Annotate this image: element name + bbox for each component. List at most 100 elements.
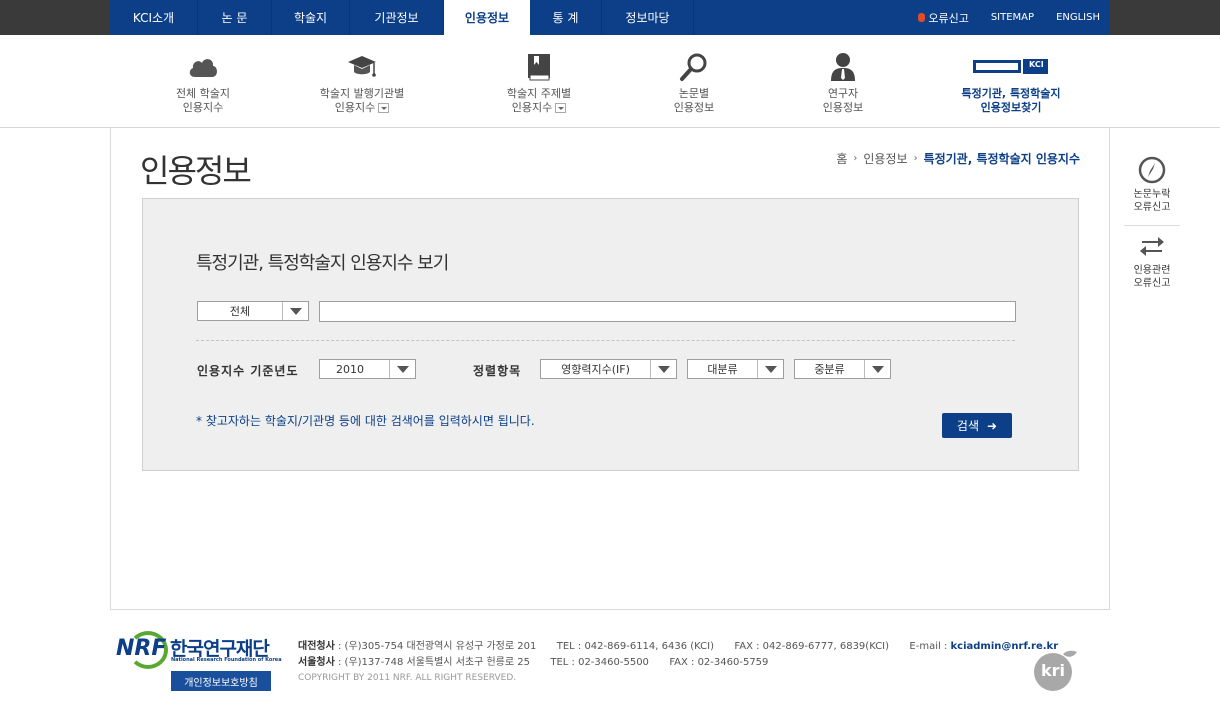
subnav-label-line1: 학술지 주제별 [506,87,572,100]
magnifier-icon [676,51,712,83]
subnav-by-publisher[interactable]: 학술지 발행기관별 인용지수 [287,35,437,128]
person-icon [825,51,861,83]
footer-fax: FAX : 042-869-6777, 6839(KCI) [734,641,890,652]
nav-statistics[interactable]: 통 계 [530,0,602,35]
swap-arrows-icon [1140,237,1164,256]
chevron-down-icon [650,360,676,378]
kri-logo: kri [1031,648,1081,692]
footer-email-label: E-mail : [909,641,948,652]
subnav-by-paper[interactable]: 논문별 인용정보 [619,35,769,128]
search-hint: * 찾고자하는 학술지/기관명 등에 대한 검색어를 입력하시면 됩니다. [196,414,535,428]
subnav-by-researcher[interactable]: 연구자 인용정보 [768,35,918,128]
subnav-all-journals[interactable]: 전체 학술지 인용지수 [128,35,278,128]
footer-label: 대전청사 [298,641,335,652]
nrf-logo: NRF [116,636,167,661]
breadcrumb-home[interactable]: 홈 [836,150,847,167]
footer-address-seoul: 서울청사 : (우)137-748 서울특별시 서초구 헌릉로 25 TEL :… [298,653,768,668]
subnav-label-line1: 연구자 [827,87,859,100]
scope-select[interactable]: 전체 [197,301,309,321]
subnav-by-subject[interactable]: 학술지 주제별 인용지수 [464,35,614,128]
minor-select-value: 중분류 [814,363,845,376]
sort-select-value: 영향력지수(IF) [561,363,630,376]
year-select-value: 2010 [336,362,364,376]
nav-papers[interactable]: 논 문 [198,0,272,35]
chevron-down-icon [757,360,783,378]
copyright: COPYRIGHT BY 2011 NRF. ALL RIGHT RESERVE… [298,673,517,683]
subnav-label-line1: 전체 학술지 [175,87,231,100]
footer-tel: TEL : 042-869-6114, 6436 (KCI) [556,641,715,652]
subnav-label-line2: 인용정보 [822,101,864,114]
side-label-line1: 인용관련 [1133,265,1171,276]
nav-info-plaza[interactable]: 정보마당 [602,0,694,35]
side-label-line2: 오류신고 [1133,202,1171,213]
major-select-value: 대분류 [707,363,738,376]
footer-address: : (우)137-748 서울특별시 서초구 헌릉로 25 [338,657,530,668]
chevron-right-icon: › [913,153,918,164]
cloud-icon [185,51,221,83]
search-panel: 특정기관, 특정학술지 인용지수 보기 전체 인용지수 기준년도 2010 정렬… [142,198,1079,471]
chevron-down-icon[interactable] [555,103,567,113]
page-title: 인용정보 [140,152,252,190]
footer-label: 서울청사 [298,657,335,668]
main-nav: KCI소개 논 문 학술지 기관정보 인용정보 통 계 정보마당 오류신고 SI… [110,0,1110,35]
kci-badge: KCI [1029,60,1044,69]
quick-menu: 논문누락 오류신고 인용관련 오류신고 [1124,150,1180,301]
breadcrumb-current: 특정기관, 특정학술지 인용지수 [923,152,1080,166]
side-label-line2: 오류신고 [1133,278,1171,289]
subnav-label-line2: 인용지수 [182,101,224,114]
sitemap-link[interactable]: SITEMAP [991,12,1034,23]
divider [196,340,1015,341]
subnav-label-line2: 인용정보 [673,101,715,114]
scope-select-value: 전체 [229,305,251,318]
search-input[interactable] [319,301,1016,322]
nav-kci-intro[interactable]: KCI소개 [110,0,198,35]
top-bar: KCI소개 논 문 학술지 기관정보 인용정보 통 계 정보마당 오류신고 SI… [0,0,1220,35]
major-category-select[interactable]: 대분류 [687,359,784,379]
arrow-right-icon: ➜ [987,418,998,433]
subnav-label-line2: 인용지수 [334,101,376,114]
sort-label: 정렬항목 [473,364,522,378]
privacy-policy-button[interactable]: 개인정보보호방침 [171,671,271,691]
subnav-label-line2: 인용정보찾기 [980,101,1042,114]
chevron-down-icon [864,360,890,378]
subnav-label-line1: 학술지 발행기관별 [319,87,405,100]
chevron-right-icon: › [853,153,858,164]
panel-title: 특정기관, 특정학술지 인용지수 보기 [196,253,449,274]
subnav-label-line2: 인용지수 [511,101,553,114]
footer-address: : (우)305-754 대전광역시 유성구 가정로 201 [338,641,537,652]
compass-icon [1138,156,1166,184]
breadcrumb-citation-info[interactable]: 인용정보 [863,150,907,167]
subnav-label-line1: 논문별 [678,87,710,100]
footer-tel: TEL : 02-3460-5500 [550,657,649,668]
graduation-cap-icon [344,51,380,83]
subnav-specific-search[interactable]: KCI 특정기관, 특정학술지 인용정보찾기 [936,35,1086,128]
error-report-link[interactable]: 오류신고 [918,10,969,26]
minor-category-select[interactable]: 중분류 [794,359,891,379]
footer-address-daejeon: 대전청사 : (우)305-754 대전광역시 유성구 가정로 201 TEL … [298,637,1058,652]
side-label-line1: 논문누락 [1133,189,1171,200]
chevron-down-icon[interactable] [378,103,390,113]
sort-select[interactable]: 영향력지수(IF) [540,359,677,379]
year-label: 인용지수 기준년도 [197,364,299,378]
citation-error-report[interactable]: 인용관련오류신고 [1124,226,1180,301]
sub-nav: 전체 학술지 인용지수 학술지 발행기관별 인용지수 학술지 주제별 인용지수 논문별… [0,35,1220,128]
book-icon [521,51,557,83]
nav-journals[interactable]: 학술지 [272,0,350,35]
kri-logo-text: kri [1041,661,1066,680]
error-report-label: 오류신고 [928,11,969,25]
search-button[interactable]: 검색 ➜ [942,413,1012,438]
org-subtitle: National Research Foundation of Korea [171,657,282,663]
chevron-down-icon [389,360,415,378]
chevron-down-icon [282,302,308,320]
kci-search-icon: KCI [973,51,1049,83]
nav-institutions[interactable]: 기관정보 [350,0,444,35]
report-icon [918,13,926,22]
missing-paper-report[interactable]: 논문누락오류신고 [1124,150,1180,225]
search-button-label: 검색 [956,419,980,433]
year-select[interactable]: 2010 [319,359,416,379]
footer-fax: FAX : 02-3460-5759 [669,657,769,668]
utility-links: 오류신고 SITEMAP ENGLISH [896,0,1110,35]
breadcrumb: 홈 › 인용정보 › 특정기관, 특정학술지 인용지수 [836,150,1080,167]
english-link[interactable]: ENGLISH [1056,12,1100,23]
nav-citation-info[interactable]: 인용정보 [444,0,530,35]
